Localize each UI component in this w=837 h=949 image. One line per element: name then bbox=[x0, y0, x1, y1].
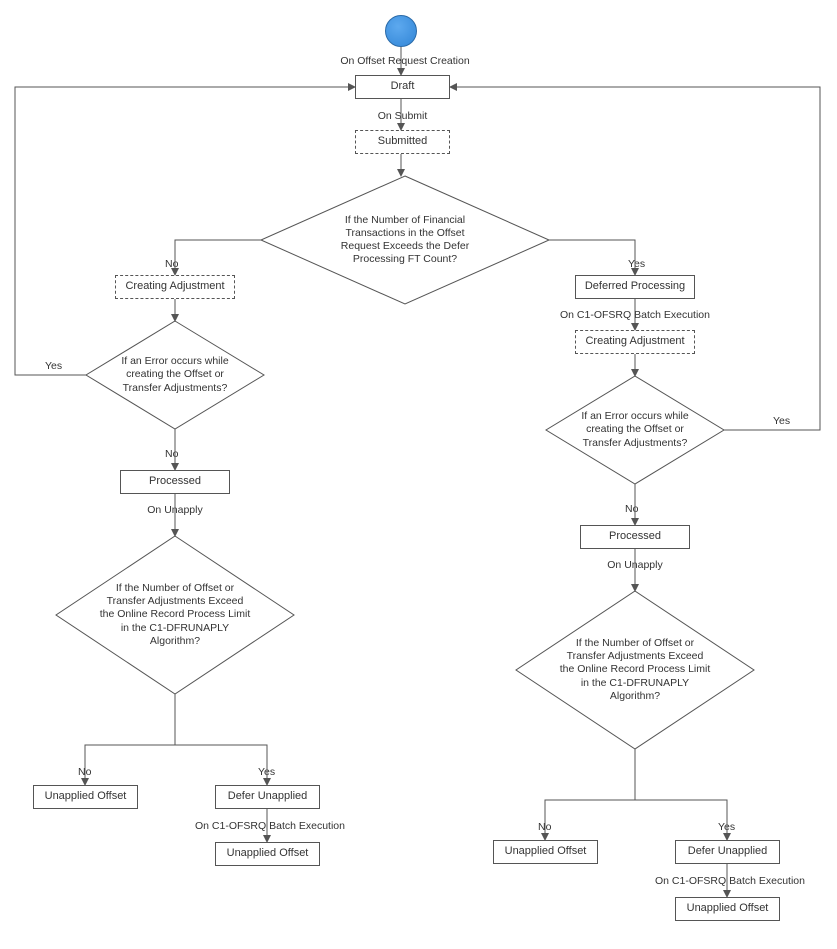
decision-unapply-right: If the Number of Offset or Transfer Adju… bbox=[515, 590, 755, 750]
creating-adj-left-label: Creating Adjustment bbox=[125, 280, 224, 294]
on-unapply-right: On Unapply bbox=[605, 559, 665, 571]
decision-error-left: If an Error occurs while creating the Of… bbox=[85, 320, 265, 430]
d1-yes: Yes bbox=[628, 258, 645, 270]
creating-adj-right-label: Creating Adjustment bbox=[585, 335, 684, 349]
decision-unapply-left: If the Number of Offset or Transfer Adju… bbox=[55, 535, 295, 695]
submitted-label: Submitted bbox=[378, 135, 428, 149]
decision-error-right-text: If an Error occurs while creating the Of… bbox=[545, 375, 725, 485]
draft-state: Draft bbox=[355, 75, 450, 99]
d4-yes: Yes bbox=[773, 415, 790, 427]
unapplied-right-no: Unapplied Offset bbox=[493, 840, 598, 864]
creating-adjustment-left: Creating Adjustment bbox=[115, 275, 235, 299]
d5-no: No bbox=[538, 821, 551, 833]
defer-unapplied-right-label: Defer Unapplied bbox=[688, 845, 768, 859]
d2-no: No bbox=[165, 448, 178, 460]
deferred-processing-label: Deferred Processing bbox=[585, 280, 685, 294]
decision-ft-count: If the Number of Financial Transactions … bbox=[260, 175, 550, 305]
d4-no: No bbox=[625, 503, 638, 515]
submitted-state: Submitted bbox=[355, 130, 450, 154]
d3-yes: Yes bbox=[258, 766, 275, 778]
processed-right: Processed bbox=[580, 525, 690, 549]
decision-error-left-text: If an Error occurs while creating the Of… bbox=[85, 320, 265, 430]
defer-unapplied-left-label: Defer Unapplied bbox=[228, 790, 308, 804]
on-offset-creation-label: On Offset Request Creation bbox=[330, 55, 480, 67]
decision-unapply-left-text: If the Number of Offset or Transfer Adju… bbox=[55, 535, 295, 695]
creating-adjustment-right: Creating Adjustment bbox=[575, 330, 695, 354]
processed-left-label: Processed bbox=[149, 475, 201, 489]
unapplied-right-yes: Unapplied Offset bbox=[675, 897, 780, 921]
d2-yes: Yes bbox=[45, 360, 62, 372]
draft-label: Draft bbox=[391, 80, 415, 94]
d5-yes: Yes bbox=[718, 821, 735, 833]
unapplied-left-yes-label: Unapplied Offset bbox=[227, 847, 309, 861]
decision-error-right: If an Error occurs while creating the Of… bbox=[545, 375, 725, 485]
start-node bbox=[385, 15, 417, 47]
d1-no: No bbox=[165, 258, 178, 270]
unapplied-left-yes: Unapplied Offset bbox=[215, 842, 320, 866]
unapplied-left-no-label: Unapplied Offset bbox=[45, 790, 127, 804]
processed-left: Processed bbox=[120, 470, 230, 494]
d3-no: No bbox=[78, 766, 91, 778]
on-unapply-left: On Unapply bbox=[145, 504, 205, 516]
decision-ft-count-text: If the Number of Financial Transactions … bbox=[260, 175, 550, 305]
processed-right-label: Processed bbox=[609, 530, 661, 544]
unapplied-left-no: Unapplied Offset bbox=[33, 785, 138, 809]
deferred-processing: Deferred Processing bbox=[575, 275, 695, 299]
batch-left2: On C1-OFSRQ Batch Execution bbox=[195, 820, 345, 832]
batch-right2: On C1-OFSRQ Batch Execution bbox=[655, 875, 805, 887]
decision-unapply-right-text: If the Number of Offset or Transfer Adju… bbox=[515, 590, 755, 750]
on-submit-label: On Submit bbox=[370, 110, 435, 122]
unapplied-right-yes-label: Unapplied Offset bbox=[687, 902, 769, 916]
defer-unapplied-right: Defer Unapplied bbox=[675, 840, 780, 864]
unapplied-right-no-label: Unapplied Offset bbox=[505, 845, 587, 859]
batch-right1: On C1-OFSRQ Batch Execution bbox=[560, 309, 710, 321]
defer-unapplied-left: Defer Unapplied bbox=[215, 785, 320, 809]
